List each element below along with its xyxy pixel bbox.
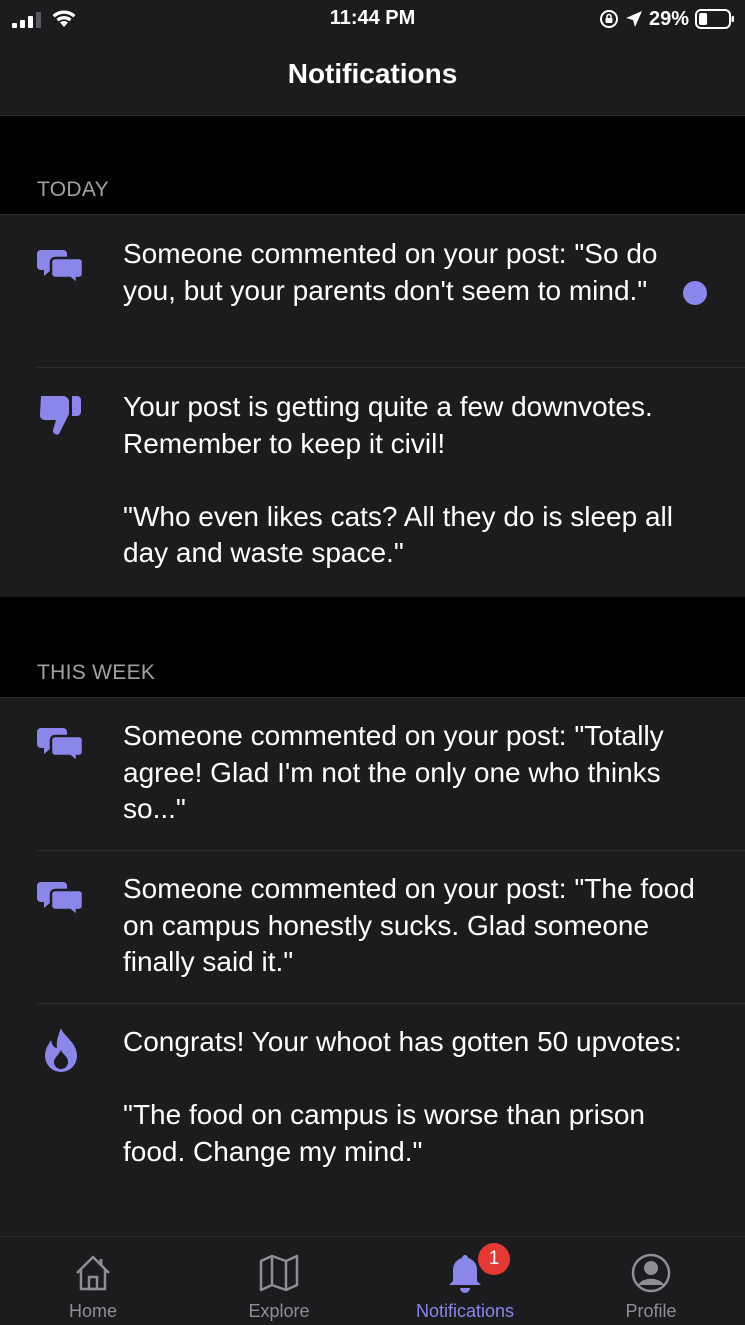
map-icon bbox=[259, 1254, 299, 1292]
profile-icon bbox=[631, 1253, 671, 1293]
navigation-bar: Notifications bbox=[0, 40, 745, 116]
comments-icon bbox=[37, 882, 85, 919]
tab-profile[interactable]: Profile bbox=[558, 1237, 744, 1325]
tab-label: Explore bbox=[248, 1301, 310, 1321]
tab-label: Profile bbox=[625, 1301, 677, 1321]
tab-notifications[interactable]: Notifications bbox=[372, 1237, 558, 1325]
section-label: THIS WEEK bbox=[37, 661, 156, 684]
notification-item[interactable]: Someone commented on your post: "Totally… bbox=[0, 698, 745, 851]
tab-label: Notifications bbox=[415, 1301, 515, 1321]
notification-text: Someone commented on your post: "The foo… bbox=[123, 873, 703, 977]
notification-item[interactable]: Congrats! Your whoot has gotten 50 upvot… bbox=[0, 1004, 745, 1236]
notification-badge: 1 bbox=[478, 1243, 510, 1275]
notification-text: Someone commented on your post: "Totally… bbox=[123, 720, 672, 824]
page-title: Notifications bbox=[287, 58, 458, 89]
notification-item[interactable]: Your post is getting quite a few downvot… bbox=[0, 368, 745, 597]
tab-home[interactable]: Home bbox=[0, 1237, 186, 1325]
notification-item[interactable]: Someone commented on your post: "The foo… bbox=[0, 851, 745, 1004]
tab-label: Home bbox=[68, 1301, 117, 1321]
tab-bar: Home Explore Notifications Profile bbox=[0, 1236, 745, 1325]
notification-text: Someone commented on your post: "So do y… bbox=[123, 238, 666, 306]
notification-text: Your post is getting quite a few downvot… bbox=[123, 391, 673, 568]
notification-text: Congrats! Your whoot has gotten 50 upvot… bbox=[123, 1026, 682, 1167]
battery-percent: 29% bbox=[648, 7, 689, 30]
unread-indicator bbox=[683, 281, 707, 305]
thumbs-down-icon bbox=[39, 396, 81, 435]
status-bar: 11:44 PM 29% bbox=[0, 0, 745, 40]
home-icon bbox=[76, 1255, 110, 1291]
battery-icon bbox=[695, 9, 734, 29]
comments-icon bbox=[37, 250, 85, 287]
fire-icon bbox=[45, 1028, 77, 1072]
rotation-lock-icon bbox=[599, 10, 618, 28]
location-arrow-icon bbox=[625, 11, 642, 27]
section-label: TODAY bbox=[37, 178, 109, 201]
section-header-today: TODAY bbox=[0, 116, 745, 215]
notification-item[interactable]: Someone commented on your post: "So do y… bbox=[0, 215, 745, 368]
section-header-this-week: THIS WEEK bbox=[0, 597, 745, 698]
tab-explore[interactable]: Explore bbox=[186, 1237, 372, 1325]
comments-icon bbox=[37, 728, 85, 765]
